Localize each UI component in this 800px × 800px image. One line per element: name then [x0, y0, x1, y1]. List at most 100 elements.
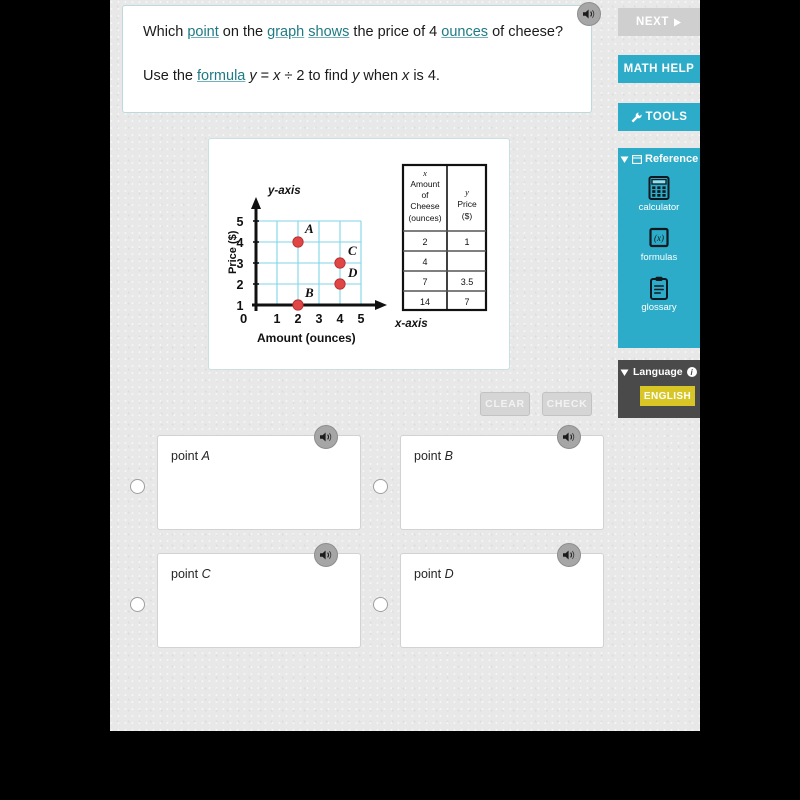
point-label-C: C — [348, 243, 357, 258]
option-d-prefix: point — [414, 567, 445, 581]
question-line-1: Which point on the graph shows the price… — [143, 22, 571, 43]
data-point-A — [292, 236, 304, 248]
formulas-icon: (x) — [649, 227, 669, 248]
table-header-c1-l2: of — [421, 190, 429, 200]
clear-button[interactable]: CLEAR — [480, 392, 530, 416]
q2-end: is 4. — [409, 68, 440, 84]
svg-text:(x): (x) — [654, 233, 664, 243]
radio-option-d[interactable] — [373, 597, 388, 612]
origin-label: 0 — [240, 311, 247, 326]
reference-item-calculator[interactable]: calculator — [618, 176, 700, 213]
vocab-point[interactable]: point — [187, 24, 218, 40]
math-help-label: MATH HELP — [623, 63, 695, 75]
table-header-c1-l1: Amount — [410, 179, 440, 189]
tools-button[interactable]: TOOLS — [618, 103, 700, 131]
option-card-a[interactable]: point A — [157, 435, 361, 530]
radio-option-a[interactable] — [130, 479, 145, 494]
x-tick-3: 3 — [316, 312, 323, 326]
reference-header-label: Reference — [645, 153, 699, 165]
clipboard-icon — [650, 276, 668, 300]
table-r0-c0: 2 — [422, 237, 427, 247]
speaker-icon-option-b[interactable] — [557, 425, 581, 449]
reference-item-formulas[interactable]: (x) formulas — [618, 226, 700, 263]
vocab-ounces[interactable]: ounces — [441, 24, 488, 40]
action-button-row: CLEAR CHECK — [480, 392, 600, 416]
table-r0-c1: 1 — [464, 237, 469, 247]
speaker-icon-option-c[interactable] — [314, 543, 338, 567]
q1-seg-0: Which — [143, 24, 188, 40]
table-header-c1-l4: (ounces) — [408, 213, 441, 223]
table-header-c2-l2: ($) — [462, 211, 473, 221]
table-header-x-var: x — [422, 168, 427, 178]
y-tick-4: 4 — [237, 236, 244, 250]
option-card-b[interactable]: point B — [400, 435, 604, 530]
x-tick-1: 1 — [274, 312, 281, 326]
option-card-c[interactable]: point C — [157, 553, 361, 648]
table-header-y-var: y — [464, 187, 469, 197]
speaker-icon-option-d[interactable] — [557, 543, 581, 567]
vocab-shows[interactable]: shows — [308, 24, 349, 40]
plot-axes — [252, 207, 377, 311]
reference-item-formulas-label: formulas — [640, 252, 678, 263]
option-a-prefix: point — [171, 449, 202, 463]
radio-option-c[interactable] — [130, 597, 145, 612]
q2-when: when — [359, 68, 403, 84]
q2-eq: = — [256, 68, 274, 84]
question-card: Which point on the graph shows the price… — [122, 5, 592, 113]
option-b-letter: B — [444, 449, 453, 463]
y-axis-arrow — [251, 197, 261, 209]
language-header[interactable]: Language i — [617, 364, 700, 380]
triangle-down-icon — [620, 156, 629, 163]
data-table: x Amount of Cheese (ounces) y Price ($) … — [401, 163, 488, 312]
x-axis-title: x-axis — [394, 318, 428, 330]
y-axis-title: y-axis — [267, 185, 301, 197]
x-tick-4: 4 — [337, 312, 344, 326]
x-axis-arrow — [375, 300, 387, 310]
info-icon[interactable]: i — [686, 367, 697, 377]
table-header-c2-l1: Price — [457, 199, 477, 209]
vocab-formula[interactable]: formula — [197, 68, 245, 84]
question-line-2: Use the formula y = x ÷ 2 to find y when… — [143, 66, 571, 87]
check-button[interactable]: CHECK — [542, 392, 592, 416]
reference-header[interactable]: Reference — [617, 148, 700, 170]
assessment-app: Which point on the graph shows the price… — [110, 0, 700, 731]
q2-div: ÷ 2 to find — [280, 68, 353, 84]
reference-panel: Reference calculator (x) formulas glossa… — [618, 148, 700, 348]
wrench-icon — [631, 112, 642, 122]
language-english-button[interactable]: ENGLISH — [640, 386, 695, 406]
tools-label: TOOLS — [645, 111, 688, 123]
tool-sidebar: NEXT MATH HELP TOOLS Reference calculato… — [610, 0, 700, 731]
data-point-C — [334, 257, 346, 269]
speaker-icon-option-a[interactable] — [314, 425, 338, 449]
language-header-label: Language — [633, 366, 683, 378]
table-r1-c0: 4 — [422, 257, 427, 267]
table-r3-c0: 14 — [420, 297, 430, 307]
option-c-letter: C — [201, 567, 211, 581]
vocab-graph[interactable]: graph — [267, 24, 304, 40]
reference-item-calculator-label: calculator — [638, 202, 680, 213]
reference-item-glossary[interactable]: glossary — [618, 276, 700, 313]
table-r2-c1: 3.5 — [461, 277, 474, 287]
x-tick-5: 5 — [358, 312, 365, 326]
q2-prefix: Use the — [143, 68, 197, 84]
speaker-icon-question[interactable] — [577, 2, 601, 26]
option-card-d[interactable]: point D — [400, 553, 604, 648]
option-a-letter: A — [201, 449, 210, 463]
table-r3-c1: 7 — [464, 297, 469, 307]
window-icon — [632, 154, 642, 164]
next-button-label: NEXT — [635, 16, 670, 28]
q1-seg-6: the price of 4 — [349, 24, 442, 40]
y-tick-2: 2 — [237, 278, 244, 292]
reference-item-glossary-label: glossary — [641, 302, 677, 313]
data-point-B — [292, 299, 304, 311]
radio-option-b[interactable] — [373, 479, 388, 494]
graph-figure-svg: y-axis x-axis Price ($) Amount (ounces) … — [227, 163, 488, 345]
y-tick-5: 5 — [237, 215, 244, 229]
x-tick-2: 2 — [295, 312, 302, 326]
math-help-button[interactable]: MATH HELP — [618, 55, 700, 83]
data-point-D — [334, 278, 346, 290]
option-c-prefix: point — [171, 567, 202, 581]
point-label-B: B — [304, 285, 314, 300]
play-triangle-icon — [674, 18, 682, 26]
next-button[interactable]: NEXT — [618, 8, 700, 36]
